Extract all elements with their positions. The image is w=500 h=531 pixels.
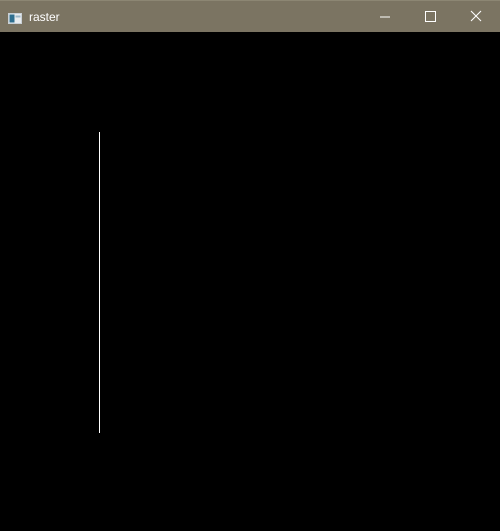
close-icon xyxy=(470,10,482,22)
vertical-line xyxy=(99,132,100,433)
minimize-button[interactable] xyxy=(362,1,408,32)
title-bar[interactable]: raster xyxy=(0,0,500,32)
close-button[interactable] xyxy=(454,1,500,32)
app-window-icon xyxy=(8,11,22,24)
minimize-icon xyxy=(380,16,390,18)
maximize-icon xyxy=(425,11,436,22)
app-window: raster xyxy=(0,0,500,531)
window-title: raster xyxy=(29,10,60,24)
maximize-button[interactable] xyxy=(408,1,454,32)
raster-canvas[interactable] xyxy=(0,32,500,531)
